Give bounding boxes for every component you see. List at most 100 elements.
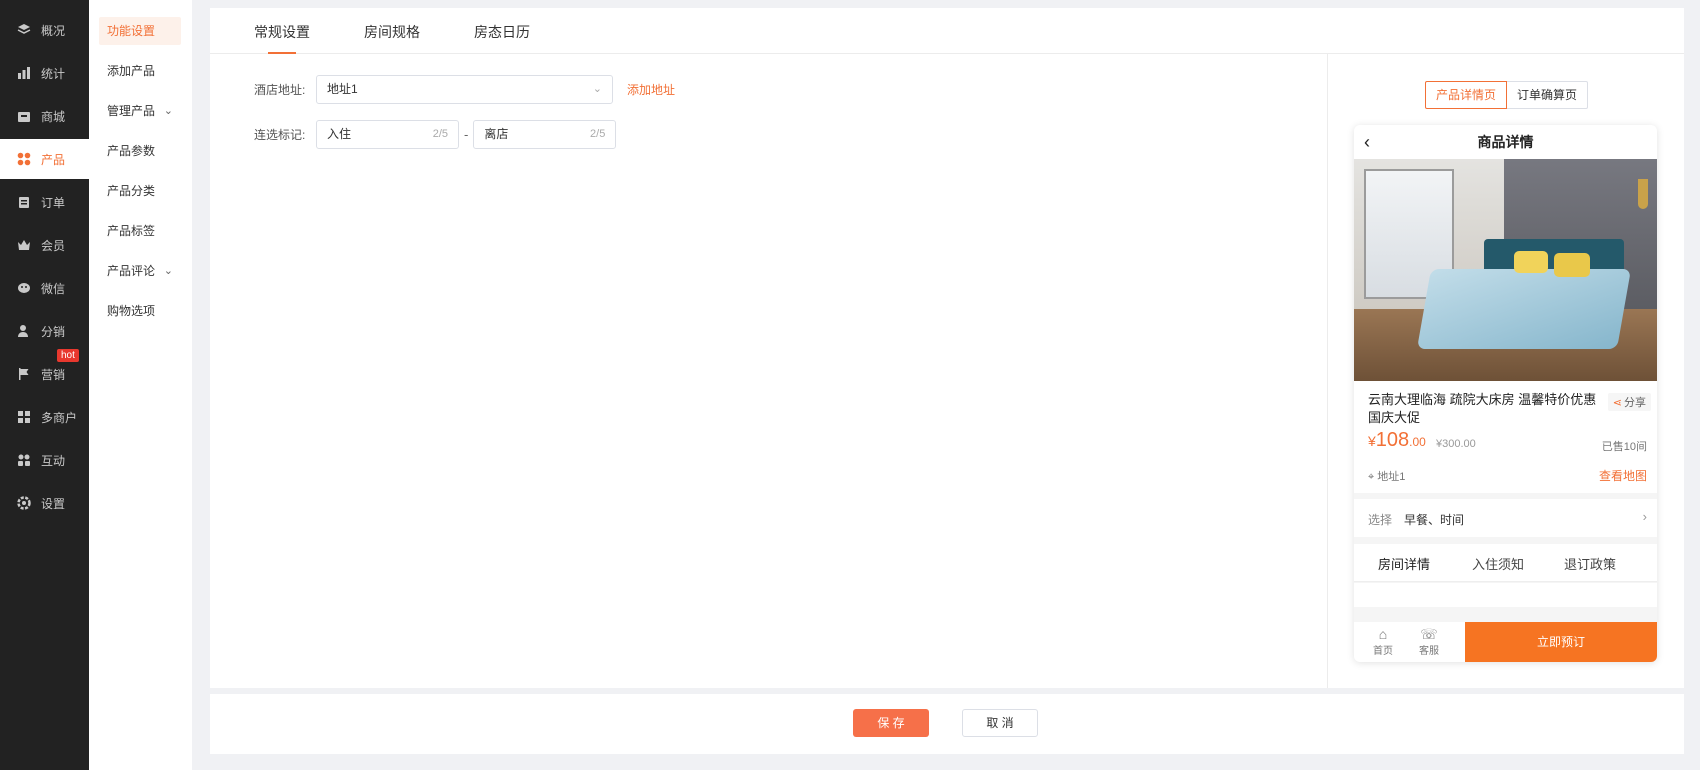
primary-nav: 概况 统计 商城 产品 订单 会员 微信 分销 营销 hot 多商户 互动 设置 — [0, 0, 89, 770]
phone-header: ‹ 商品详情 — [1354, 125, 1657, 159]
address-row: 酒店地址: 地址1 ⌄ 添加地址 — [254, 75, 675, 104]
action-bar: 保 存 取 消 — [210, 694, 1684, 754]
price: ¥108.00 — [1368, 429, 1426, 452]
subnav-item-add-product[interactable]: 添加产品 — [99, 57, 181, 85]
gear-icon — [17, 496, 31, 510]
store-icon — [17, 109, 31, 123]
layers-icon — [17, 23, 31, 37]
nav-label: 概况 — [41, 23, 66, 38]
tab-room-calendar[interactable]: 房态日历 — [474, 22, 530, 42]
cancel-button[interactable]: 取 消 — [962, 709, 1038, 737]
address-select[interactable]: 地址1 ⌄ — [316, 75, 613, 104]
tab-bar: 常规设置 房间规格 房态日历 — [210, 8, 1684, 54]
nav-item-settings[interactable]: 设置 — [0, 483, 89, 523]
product-detail-toggle[interactable]: 产品详情页 — [1425, 81, 1508, 109]
tab-general-settings[interactable]: 常规设置 — [254, 22, 310, 54]
nav-item-overview[interactable]: 概况 — [0, 10, 89, 50]
tab-refund-policy[interactable]: 退订政策 — [1564, 554, 1616, 573]
chevron-down-icon: ⌄ — [592, 83, 602, 95]
subnav-item-feature-settings[interactable]: 功能设置 — [99, 17, 181, 45]
subnav-label: 产品评论 — [107, 264, 156, 278]
chevron-down-icon: ⌄ — [163, 105, 173, 117]
phone-preview: ‹ 商品详情 云南大理临海 疏院大床房 温馨特价优惠 国庆大促 ⋖ 分享 ¥108… — [1354, 125, 1657, 662]
detail-content — [1354, 583, 1657, 607]
original-price: ¥300.00 — [1436, 438, 1476, 450]
subnav-item-shopping-options[interactable]: 购物选项 — [99, 297, 181, 325]
share-label: 分享 — [1624, 397, 1646, 409]
nav-label: 营销 — [41, 367, 66, 382]
nav-label: 互动 — [41, 453, 66, 468]
nav-item-multi-merchant[interactable]: 多商户 — [0, 397, 89, 437]
service-label: 客服 — [1419, 646, 1439, 657]
home-icon: ⌂ — [1378, 626, 1388, 642]
chat-icon: ☏ — [1420, 626, 1438, 642]
nav-item-product[interactable]: 产品 — [0, 139, 89, 179]
subnav-label: 管理产品 — [107, 104, 156, 118]
tag-row: 连选标记: 入住 2/5 - 离店 2/5 — [254, 120, 617, 149]
nav-label: 微信 — [41, 281, 66, 296]
home-button[interactable]: ⌂ 首页 — [1368, 626, 1398, 657]
nav-label: 商城 — [41, 109, 66, 124]
product-title: 云南大理临海 疏院大床房 温馨特价优惠 国庆大促 — [1368, 392, 1597, 425]
user-share-icon — [17, 324, 31, 338]
checkin-input[interactable]: 入住 2/5 — [316, 120, 459, 149]
checkin-value: 入住 — [327, 127, 352, 141]
char-count: 2/5 — [590, 128, 606, 140]
chevron-down-icon: ⌄ — [163, 265, 173, 277]
home-label: 首页 — [1373, 646, 1393, 657]
save-button[interactable]: 保 存 — [853, 709, 929, 737]
range-dash: - — [464, 127, 469, 142]
subnav-label: 添加产品 — [107, 64, 156, 78]
view-map-link[interactable]: 查看地图 — [1599, 467, 1647, 484]
option-selector[interactable]: 选择 早餐、时间 › — [1354, 499, 1657, 537]
subnav-item-product-reviews[interactable]: 产品评论 ⌄ — [99, 257, 181, 285]
tab-checkin-notes[interactable]: 入住须知 — [1472, 554, 1524, 573]
crown-icon — [17, 238, 31, 252]
clipboard-icon — [17, 195, 31, 209]
subnav-label: 产品分类 — [107, 184, 156, 198]
nav-item-distribution[interactable]: 分销 — [0, 311, 89, 351]
back-icon[interactable]: ‹ — [1364, 125, 1370, 159]
phone-title: 商品详情 — [1477, 134, 1534, 150]
share-icon: ⋖ — [1612, 397, 1622, 409]
subnav-label: 产品参数 — [107, 144, 156, 158]
add-address-link[interactable]: 添加地址 — [627, 81, 675, 98]
nav-item-store[interactable]: 商城 — [0, 96, 89, 136]
nav-item-wechat[interactable]: 微信 — [0, 268, 89, 308]
nav-item-members[interactable]: 会员 — [0, 225, 89, 265]
detail-tabs: 房间详情 入住须知 退订政策 — [1354, 544, 1657, 585]
order-confirm-toggle[interactable]: 订单确算页 — [1507, 81, 1589, 109]
chart-icon — [17, 66, 31, 80]
share-button[interactable]: ⋖ 分享 — [1607, 393, 1651, 411]
nav-label: 产品 — [41, 152, 66, 167]
service-button[interactable]: ☏ 客服 — [1414, 626, 1444, 657]
nav-label: 统计 — [41, 66, 66, 81]
product-info: 云南大理临海 疏院大床房 温馨特价优惠 国庆大促 ⋖ 分享 ¥108.00 ¥30… — [1354, 381, 1657, 493]
subnav-label: 购物选项 — [107, 304, 156, 318]
nav-label: 设置 — [41, 496, 66, 511]
choose-value: 早餐、时间 — [1404, 513, 1465, 527]
book-now-button[interactable]: 立即预订 — [1465, 622, 1657, 662]
nav-item-stats[interactable]: 统计 — [0, 53, 89, 93]
address: ⌖ 地址1 — [1368, 468, 1405, 484]
subnav-item-product-params[interactable]: 产品参数 — [99, 137, 181, 165]
hot-badge: hot — [57, 349, 79, 362]
preview-panel: 产品详情页 订单确算页 ‹ 商品详情 云南大理临海 疏院大床房 温馨特价优惠 国… — [1327, 54, 1684, 688]
subnav-item-product-tags[interactable]: 产品标签 — [99, 217, 181, 245]
room-photo — [1354, 159, 1657, 381]
price-decimal: .00 — [1409, 435, 1426, 449]
tab-room-details[interactable]: 房间详情 — [1373, 554, 1435, 585]
sold-count: 已售10间 — [1601, 441, 1647, 453]
choose-label: 选择 — [1368, 513, 1393, 527]
nav-item-interact[interactable]: 互动 — [0, 440, 89, 480]
checkout-input[interactable]: 离店 2/5 — [473, 120, 617, 149]
location-pin-icon: ⌖ — [1368, 471, 1375, 483]
secondary-nav: 功能设置 添加产品 管理产品 ⌄ 产品参数 产品分类 产品标签 产品评论 ⌄ 购物选… — [89, 0, 192, 770]
tab-room-specs[interactable]: 房间规格 — [364, 22, 420, 42]
subnav-item-product-category[interactable]: 产品分类 — [99, 177, 181, 205]
nav-item-orders[interactable]: 订单 — [0, 182, 89, 222]
subnav-label: 功能设置 — [107, 24, 156, 38]
subnav-item-manage-products[interactable]: 管理产品 ⌄ — [99, 97, 181, 125]
address-value: 地址1 — [327, 82, 358, 96]
main-panel: 常规设置 房间规格 房态日历 酒店地址: 地址1 ⌄ 添加地址 连选标记: 入住… — [210, 8, 1684, 688]
